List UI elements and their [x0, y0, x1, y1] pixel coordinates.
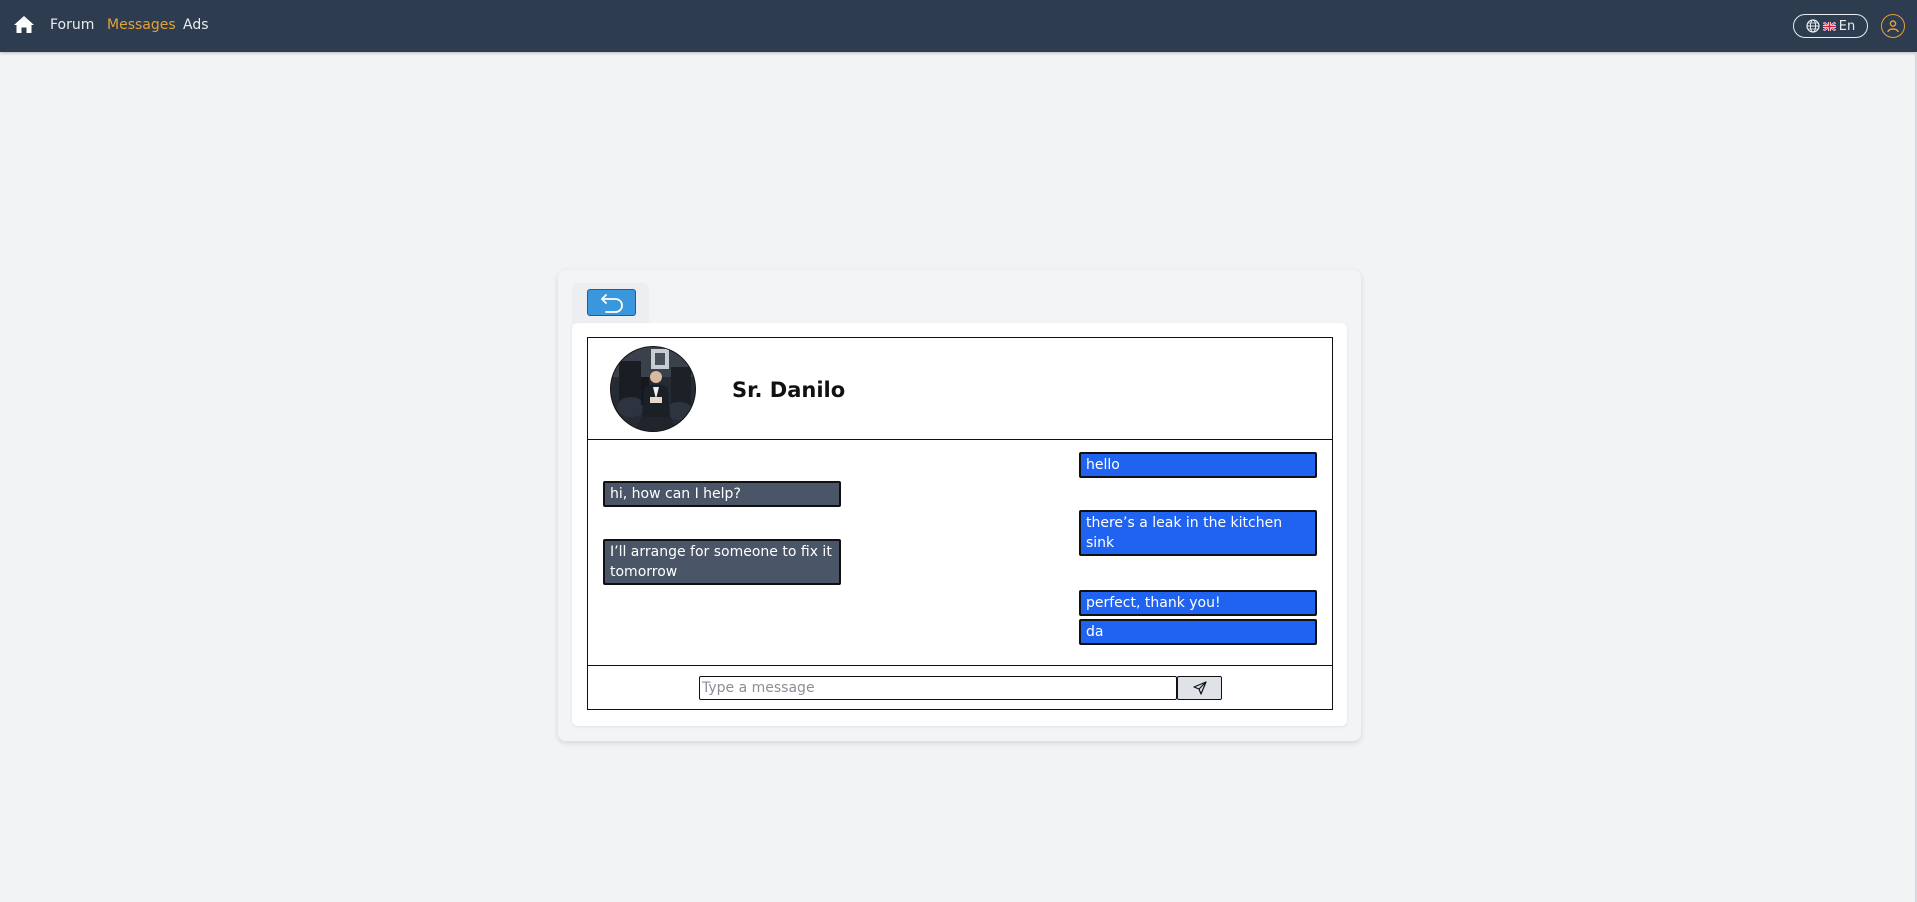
message-sent: da — [1079, 619, 1317, 645]
send-button[interactable] — [1177, 676, 1222, 700]
language-label: En — [1838, 18, 1856, 34]
home-icon[interactable] — [13, 15, 35, 34]
back-button[interactable] — [587, 289, 636, 316]
message-list: hello hi, how can I help? there’s a leak… — [588, 440, 1332, 665]
message-received: hi, how can I help? — [603, 481, 841, 507]
send-icon — [1192, 681, 1207, 695]
user-icon — [1887, 20, 1899, 33]
avatar[interactable] — [610, 346, 696, 432]
message-sent: perfect, thank you! — [1079, 590, 1317, 616]
nav-link-forum[interactable]: Forum — [50, 16, 94, 34]
message-input[interactable] — [699, 676, 1177, 700]
uk-flag-icon — [1822, 21, 1836, 31]
user-menu-button[interactable] — [1881, 14, 1905, 38]
chat-header: Sr. Danilo — [588, 338, 1332, 440]
nav-link-ads[interactable]: Ads — [183, 16, 209, 34]
message-composer — [588, 665, 1332, 709]
message-sent: there’s a leak in the kitchen sink — [1079, 510, 1317, 556]
nav-link-messages[interactable]: Messages — [107, 16, 176, 34]
contact-photo — [611, 347, 695, 431]
language-selector[interactable]: En — [1793, 14, 1868, 38]
message-received: I’ll arrange for someone to fix it tomor… — [603, 539, 841, 585]
top-nav-bar: Forum Messages Ads En — [0, 0, 1917, 52]
message-sent: hello — [1079, 452, 1317, 478]
contact-name: Sr. Danilo — [732, 378, 846, 402]
chat-window: Sr. Danilo hello hi, how can I help? the… — [587, 337, 1333, 710]
globe-icon — [1806, 19, 1820, 33]
undo-arrow-icon — [600, 293, 623, 313]
